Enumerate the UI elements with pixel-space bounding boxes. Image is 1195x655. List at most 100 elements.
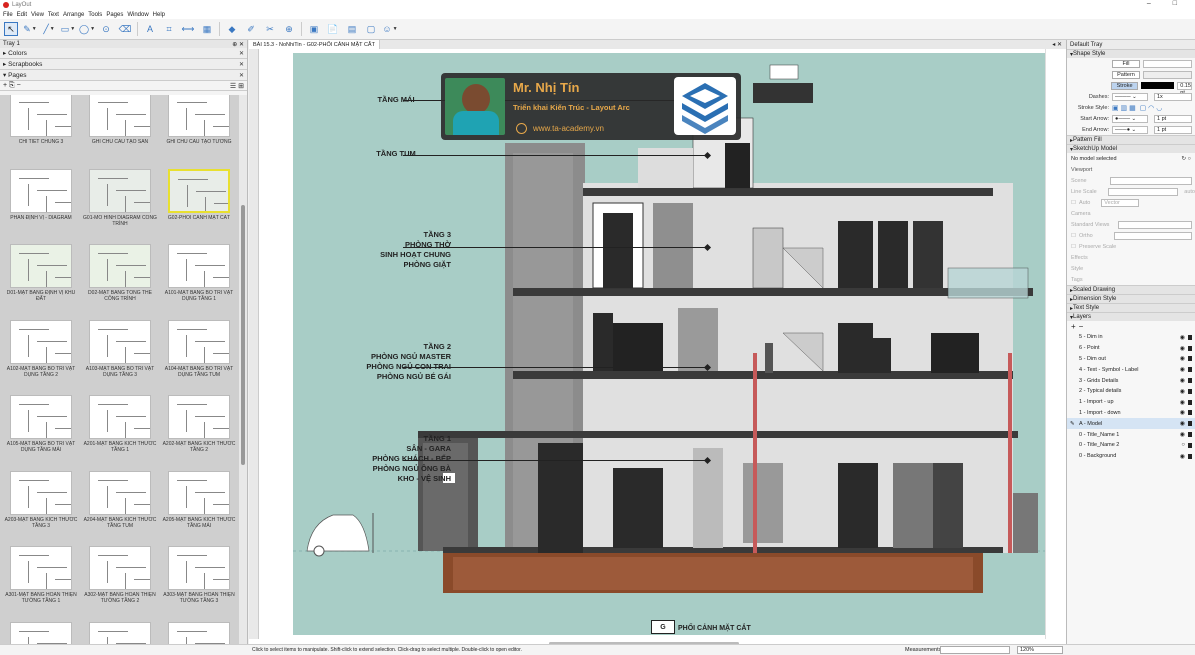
layer-row[interactable]: ✎ A - Model ◉ xyxy=(1067,418,1195,430)
visibility-eye-icon[interactable]: ◉ xyxy=(1180,399,1185,406)
page-thumbnail[interactable]: A102-MẶT BẰNG BỐ TRÍ VẬT DỤNG TẦNG 2 xyxy=(2,319,80,380)
page-thumbnail[interactable]: GHI CHÚ CẤU TẠO SÀN xyxy=(81,95,159,153)
layer-row[interactable]: 4 - Text - Symbol - Label ◉ xyxy=(1067,364,1195,375)
start-arrow-select[interactable]: ●─── ⌄ xyxy=(1112,114,1148,123)
preserve-scale-checkbox[interactable]: ☐ xyxy=(1071,244,1076,250)
section-pattern-fill[interactable]: ▸ Pattern Fill xyxy=(1067,135,1195,144)
ortho-checkbox[interactable]: ☐ xyxy=(1071,233,1076,239)
add-layer-icon[interactable]: + xyxy=(1071,322,1076,331)
page-thumbnail[interactable]: A302-MẶT BẰNG HOÀN THIỆN TƯỜNG TẦNG 2 xyxy=(81,546,159,606)
dash-scale-field[interactable]: 1x xyxy=(1154,92,1192,101)
measurements-field[interactable] xyxy=(940,646,1010,654)
circle-icon[interactable]: ◯ ▼ xyxy=(79,22,95,36)
ortho-scale-select[interactable] xyxy=(1113,231,1192,240)
lock-icon[interactable] xyxy=(1188,367,1192,373)
eraser-icon[interactable]: ⌫ xyxy=(118,22,132,36)
lock-icon[interactable] xyxy=(1188,432,1192,438)
page-thumbnail[interactable]: CHI TIẾT CHUNG 3 xyxy=(2,95,80,153)
split-icon[interactable]: ✂ xyxy=(263,22,277,36)
layer-row[interactable]: 2 - Typical details ◉ xyxy=(1067,386,1195,397)
page-thumbnail[interactable]: A301-MẶT BẰNG HOÀN THIỆN TƯỜNG TẦNG 1 xyxy=(2,546,80,606)
page-thumbnail[interactable]: A201-MẶT BẰNG KÍCH THƯỚC TẦNG 1 xyxy=(81,395,159,455)
page-thumbnail[interactable]: A104-MẶT BẰNG BỐ TRÍ VẬT DỤNG TẦNG TUM xyxy=(160,319,238,380)
section-text-style[interactable]: ▸ Text Style xyxy=(1067,303,1195,312)
layer-row[interactable]: 6 - Point ◉ xyxy=(1067,343,1195,354)
page-thumbnail[interactable]: A101-MẶT BẰNG BỐ TRÍ VẬT DỤNG TẦNG 1 xyxy=(160,244,238,304)
menu-pages[interactable]: Pages xyxy=(106,12,123,18)
tray-pin-icon[interactable]: ⊕ ✕ xyxy=(232,41,244,48)
label-icon[interactable]: ⌗ xyxy=(162,22,176,36)
lock-icon[interactable] xyxy=(1188,334,1192,340)
layer-row[interactable]: 3 - Grids Details ◉ xyxy=(1067,375,1195,386)
layer-row[interactable]: 0 - Title_Name 2 ○ xyxy=(1067,440,1195,451)
lock-icon[interactable] xyxy=(1188,399,1192,405)
page-add-remove-icons[interactable]: + ⎘ − xyxy=(3,82,21,90)
layer-row[interactable]: 1 - Import - down ◉ xyxy=(1067,408,1195,419)
tags-label[interactable]: Tags xyxy=(1067,274,1195,285)
end-arrow-size[interactable]: 1 pt xyxy=(1154,125,1192,134)
page-thumbnail[interactable]: A202-MẶT BẰNG KÍCH THƯỚC TẦNG 2 xyxy=(160,395,238,455)
menu-arrange[interactable]: Arrange xyxy=(63,12,84,18)
stroke-weight-field[interactable]: 0.15 pt xyxy=(1177,81,1192,96)
lock-icon[interactable] xyxy=(1188,356,1192,362)
remove-layer-icon[interactable]: − xyxy=(1079,322,1084,331)
page-thumbnail[interactable]: D01-MẶT BẰNG ĐỊNH VỊ KHU ĐẤT xyxy=(2,244,80,304)
lock-icon[interactable] xyxy=(1188,453,1192,459)
menu-tools[interactable]: Tools xyxy=(88,12,102,18)
stroke-button[interactable]: Stroke xyxy=(1110,81,1139,90)
offset-icon[interactable]: ⊙ xyxy=(99,22,113,36)
list-view-icon[interactable]: ☰ ⊞ xyxy=(230,82,244,90)
lock-icon[interactable] xyxy=(1188,442,1192,448)
pattern-button[interactable]: Pattern xyxy=(1112,70,1140,79)
stroke-cap-icons[interactable]: ▣ ▥ ▦ ▢ ◠ ◡ xyxy=(1112,104,1162,112)
scene-select[interactable] xyxy=(1109,176,1192,185)
section-shape-style[interactable]: ▾ Shape Style xyxy=(1067,49,1195,58)
paint-bucket-icon[interactable]: ◆ xyxy=(225,22,239,36)
visibility-eye-icon[interactable]: ◉ xyxy=(1180,355,1185,362)
add-page-icon[interactable]: 📄 xyxy=(326,22,340,36)
visibility-eye-icon[interactable]: ◉ xyxy=(1180,377,1185,384)
page-thumbnail[interactable]: G02-PHỐI CẢNH MẶT CẮT xyxy=(160,168,238,229)
menu-edit[interactable]: Edit xyxy=(17,12,27,18)
section-colors[interactable]: ▸ Colors ✕ xyxy=(0,48,247,59)
page-thumbnail[interactable]: A105-MẶT BẰNG BỐ TRÍ VẬT DỤNG TẦNG MÁI xyxy=(2,395,80,455)
page-thumbnail[interactable]: A103-MẶT BẰNG BỐ TRÍ VẬT DỤNG TẦNG 3 xyxy=(81,319,159,380)
section-scaled-drawing[interactable]: ▸ Scaled Drawing xyxy=(1067,285,1195,294)
page-thumbnail[interactable]: GHI CHÚ CẤU TẠO TƯỜNG xyxy=(160,95,238,153)
rectangle-icon[interactable]: ▭ ▼ xyxy=(61,22,75,36)
dimension-icon[interactable]: ⟷ xyxy=(181,22,195,36)
close-document-icon[interactable]: ◂ ✕ xyxy=(1052,41,1062,48)
close-icon[interactable]: ✕ xyxy=(239,72,244,79)
section-layers[interactable]: ▾ Layers xyxy=(1067,312,1195,321)
page-thumbnail[interactable]: A203-MẶT BẰNG KÍCH THƯỚC TẦNG 3 xyxy=(2,470,80,531)
eyedropper-icon[interactable]: ✐ xyxy=(244,22,258,36)
lock-icon[interactable] xyxy=(1188,388,1192,394)
render-mode-select[interactable]: Vector xyxy=(1101,198,1140,207)
page-thumbnail[interactable]: A205-MẶT BẰNG KÍCH THƯỚC TẦNG MÁI xyxy=(160,470,238,531)
page-thumbnail[interactable]: PHÂN ĐỊNH VỊ - DIAGRAM xyxy=(2,168,80,229)
lock-icon[interactable] xyxy=(1188,378,1192,384)
visibility-eye-icon[interactable]: ◉ xyxy=(1180,409,1185,416)
visibility-eye-icon[interactable]: ○ xyxy=(1181,442,1185,448)
dashes-select[interactable]: ──── ⌄ xyxy=(1112,92,1148,101)
document-tab[interactable]: BÀI 15.3 - NoNhiTin - G02-PHỐI CẢNH MẶT … xyxy=(249,40,380,49)
visibility-eye-icon[interactable]: ◉ xyxy=(1180,334,1185,341)
share-icon[interactable]: ☺ ▼ xyxy=(382,22,397,36)
presentation-icon[interactable]: ▢ xyxy=(364,22,378,36)
zoom-select[interactable]: 120% xyxy=(1017,646,1063,654)
end-arrow-select[interactable]: ───● ⌄ xyxy=(1112,125,1148,134)
visibility-eye-icon[interactable]: ◉ xyxy=(1180,431,1185,438)
menu-file[interactable]: File xyxy=(3,12,13,18)
stroke-color-swatch[interactable] xyxy=(1141,82,1175,89)
pattern-swatch[interactable] xyxy=(1143,70,1192,79)
lock-icon[interactable] xyxy=(1188,345,1192,351)
line-icon[interactable]: ╱ ▼ xyxy=(42,22,56,36)
section-dimension-style[interactable]: ▸ Dimension Style xyxy=(1067,294,1195,303)
style-label[interactable]: Style xyxy=(1067,263,1195,274)
pencil-icon[interactable]: ✎ ▼ xyxy=(23,22,37,36)
fill-button[interactable]: Fill xyxy=(1112,59,1140,68)
document-icon[interactable]: ▤ xyxy=(345,22,359,36)
page-thumbnail[interactable]: A204-MẶT BẰNG KÍCH THƯỚC TẦNG TUM xyxy=(81,470,159,531)
lock-icon[interactable] xyxy=(1188,410,1192,416)
fill-color-swatch[interactable] xyxy=(1143,59,1192,68)
